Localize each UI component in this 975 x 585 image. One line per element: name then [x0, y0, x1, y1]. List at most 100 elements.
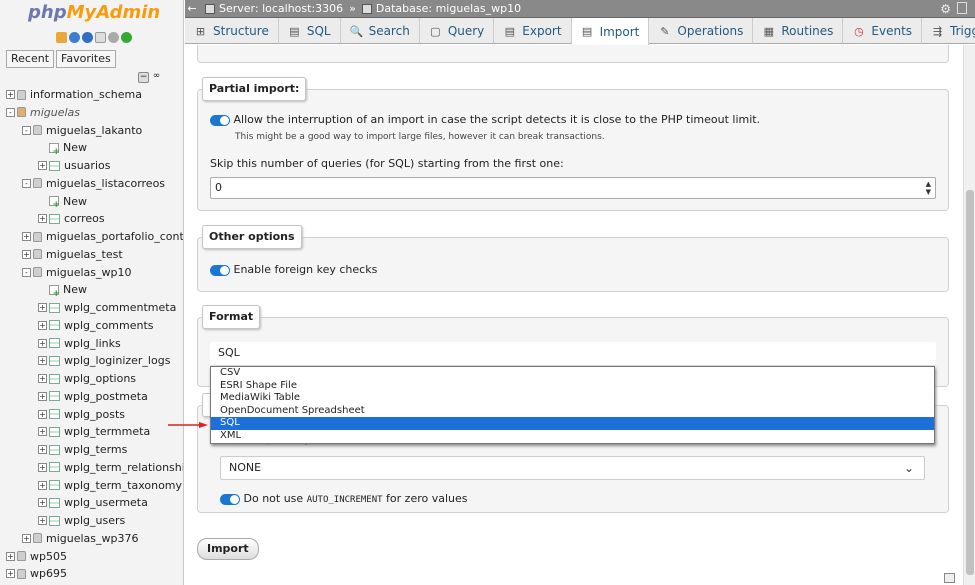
tree-item-table[interactable]: + wplg_links [38, 335, 121, 352]
tree-item-db[interactable]: - miguelas_listacorreos [22, 175, 165, 192]
foreign-key-toggle[interactable] [210, 264, 230, 276]
database-icon [33, 533, 42, 544]
home-icon[interactable] [56, 32, 67, 43]
expand-icon[interactable]: + [38, 356, 47, 366]
collapse-icon[interactable]: - [6, 107, 15, 117]
tab-events[interactable]: ◷ Events [843, 18, 923, 44]
gear-icon[interactable]: ⚙ [940, 2, 951, 16]
tree-item-db[interactable]: - miguelas_wp10 [22, 264, 132, 281]
allow-interrupt-toggle[interactable] [210, 114, 230, 126]
console-icon[interactable] [944, 573, 955, 583]
expand-icon[interactable]: + [38, 498, 47, 508]
tab-query[interactable]: ▢ Query [420, 18, 495, 44]
expand-icon[interactable]: + [38, 338, 47, 348]
collapse-icon[interactable]: - [22, 267, 31, 277]
tree-item-new[interactable]: New [38, 193, 87, 210]
collapse-icon[interactable]: - [22, 125, 31, 135]
breadcrumb-database[interactable]: Database: miguelas_wp10 [361, 2, 521, 15]
tree-item-db[interactable]: + information_schema [6, 86, 142, 103]
expand-icon[interactable]: + [38, 374, 47, 383]
tree-item-table[interactable]: + correos [38, 210, 105, 227]
collapse-icon[interactable]: - [22, 178, 31, 188]
tab-triggers[interactable]: ⇶ Triggers [922, 18, 975, 44]
spinner-icon[interactable]: ▲ ▼ [926, 180, 931, 196]
reload-icon[interactable] [121, 32, 132, 43]
expand-icon[interactable]: + [38, 161, 47, 170]
tree-item-new[interactable]: New [38, 139, 87, 157]
format-option[interactable]: CSV [211, 367, 934, 380]
phpmyadmin-logo[interactable]: phpMyAdmin [28, 2, 160, 23]
tab-structure[interactable]: ⊞ Structure [185, 18, 279, 44]
tab-search[interactable]: 🔍 Search [341, 18, 420, 44]
vertical-scrollbar[interactable] [963, 45, 975, 585]
tree-item-table[interactable]: + wplg_posts [38, 406, 125, 423]
tree-item-table[interactable]: + wplg_users [38, 512, 125, 529]
back-arrow-icon[interactable]: ← [185, 2, 199, 15]
tree-item-table[interactable]: + wplg_term_relationships [38, 459, 183, 476]
expand-icon[interactable]: + [22, 249, 31, 259]
expand-icon[interactable]: + [22, 232, 31, 241]
logout-icon[interactable] [69, 32, 80, 43]
tree-item-table[interactable]: + wplg_terms [38, 441, 127, 458]
expand-icon[interactable]: + [38, 214, 47, 224]
tab-routines[interactable]: ▦ Routines [753, 18, 844, 44]
tree-item-db[interactable]: + wp505 [6, 548, 67, 565]
format-option[interactable]: OpenDocument Spreadsheet [211, 405, 934, 418]
breadcrumb-server[interactable]: Server: localhost:3306 [205, 2, 343, 15]
expand-icon[interactable]: + [22, 533, 31, 543]
import-button[interactable]: Import [197, 538, 259, 560]
tab-export[interactable]: ▤ Export [494, 18, 572, 44]
tree-item-db[interactable]: + miguelas_portafolio_contacts [22, 228, 183, 245]
tab-operations[interactable]: ✎ Operations [649, 18, 754, 44]
tree-item-db[interactable]: + miguelas_wp376 [22, 530, 139, 547]
format-option[interactable]: MediaWiki Table [211, 392, 934, 405]
format-select[interactable]: SQL [210, 342, 936, 366]
minimize-icon[interactable] [957, 2, 967, 14]
expand-icon[interactable]: + [38, 409, 47, 419]
tree-item-table[interactable]: + wplg_comments [38, 317, 154, 334]
tab-sql[interactable]: ▤ SQL [279, 18, 341, 44]
expand-icon[interactable]: + [38, 320, 47, 330]
expand-icon[interactable]: + [38, 427, 47, 437]
tree-item-new[interactable]: New [38, 281, 87, 299]
tree-item-db[interactable]: + miguelas_test [22, 246, 123, 263]
tree-item-group[interactable]: - miguelas [6, 104, 80, 121]
expand-icon[interactable]: + [6, 90, 15, 99]
format-option[interactable]: XML [211, 430, 934, 443]
expand-icon[interactable]: + [6, 569, 15, 579]
tree-item-table[interactable]: + wplg_term_taxonomy [38, 477, 182, 494]
expand-icon[interactable]: + [38, 303, 47, 312]
expand-icon[interactable]: + [38, 480, 47, 490]
expand-icon[interactable]: + [38, 516, 47, 525]
compat-mode-select[interactable]: NONE ⌄ [220, 456, 925, 480]
help-icon[interactable] [82, 32, 93, 43]
database-icon [33, 231, 42, 242]
format-option[interactable]: SQL [211, 417, 934, 430]
tree-item-table[interactable]: + wplg_postmeta [38, 388, 148, 405]
collapse-all-icon[interactable]: − [138, 72, 149, 83]
expand-icon[interactable]: + [38, 462, 47, 472]
tree-item-table[interactable]: + wplg_termmeta [38, 423, 150, 440]
database-icon [33, 125, 42, 135]
docs-icon[interactable] [95, 32, 106, 43]
tree-item-table[interactable]: + wplg_usermeta [38, 494, 148, 511]
settings-icon[interactable] [108, 32, 119, 43]
tree-item-db[interactable]: + wp695 [6, 565, 67, 582]
tree-item-db[interactable]: - miguelas_lakanto [22, 122, 142, 139]
tree-item-table[interactable]: + wplg_options [38, 370, 136, 387]
tree-item-table[interactable]: + wplg_loginizer_logs [38, 352, 170, 369]
auto-increment-toggle[interactable] [220, 493, 240, 505]
recent-tab[interactable]: Recent [6, 50, 55, 68]
skip-queries-input[interactable]: 0 ▲ ▼ [210, 177, 936, 199]
tab-import[interactable]: ▤ Import [571, 18, 650, 45]
expand-icon[interactable]: + [6, 551, 15, 561]
link-icon[interactable]: ∞ [151, 72, 162, 83]
tree-item-table[interactable]: + usuarios [38, 157, 110, 174]
favorites-tab[interactable]: Favorites [56, 50, 116, 68]
expand-icon[interactable]: + [38, 445, 47, 454]
scrollbar-thumb[interactable] [966, 190, 974, 575]
tree-item-table[interactable]: + wplg_commentmeta [38, 299, 176, 316]
format-option[interactable]: ESRI Shape File [211, 380, 934, 393]
format-dropdown-list[interactable]: CSV ESRI Shape File MediaWiki Table OpenDoc… [210, 366, 935, 444]
expand-icon[interactable]: + [38, 391, 47, 401]
